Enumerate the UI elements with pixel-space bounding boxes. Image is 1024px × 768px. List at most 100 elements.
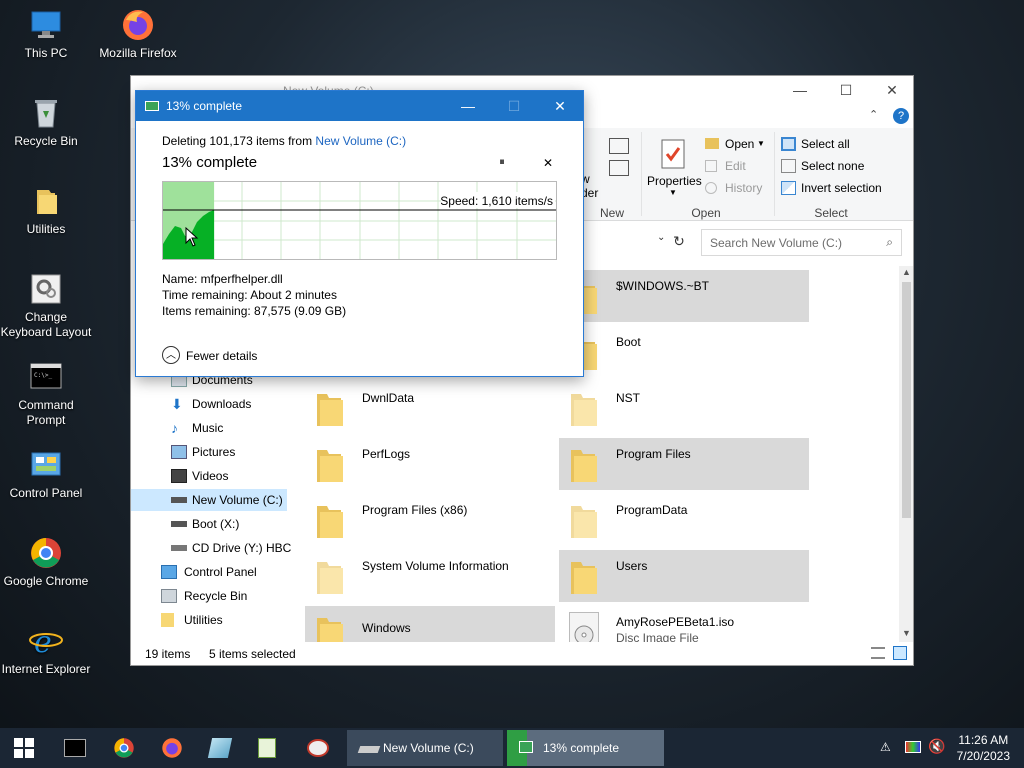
nav-item-boot[interactable]: Boot (X:)	[171, 513, 291, 535]
scrollbar-thumb[interactable]	[902, 282, 911, 518]
copy-path-icon[interactable]	[609, 138, 629, 154]
nav-item-new-volume[interactable]: New Volume (C:)	[131, 489, 287, 511]
taskbar-app-3[interactable]	[296, 728, 340, 768]
open-icon	[705, 138, 719, 149]
vertical-scrollbar[interactable]: ▲ ▼	[899, 266, 913, 642]
file-name: $WINDOWS.~BT	[616, 279, 710, 293]
file-item[interactable]: AmyRosePEBeta1.iso Disc Image File	[559, 606, 809, 642]
file-item[interactable]: Boot	[559, 326, 809, 378]
cancel-button[interactable]: ✕	[539, 156, 557, 174]
desktop-icon-utilities[interactable]: Utilities	[0, 184, 92, 237]
start-button[interactable]	[0, 728, 48, 768]
desktop-icon-google-chrome[interactable]: Google Chrome	[0, 536, 92, 589]
large-icons-view-icon[interactable]	[893, 646, 907, 660]
deleting-target-link[interactable]: New Volume (C:)	[315, 134, 406, 148]
taskbar: New Volume (C:) 13% complete ⚠ 🔇 11:26 A…	[0, 728, 1024, 768]
display-icon[interactable]	[905, 741, 921, 753]
file-item[interactable]: Windows	[305, 606, 555, 642]
nav-item-pictures[interactable]: Pictures	[171, 441, 291, 463]
folder-icon	[161, 613, 174, 627]
nav-item-utilities[interactable]: Utilities	[161, 609, 291, 631]
folder-icon	[315, 614, 345, 642]
file-item[interactable]: Program Files	[559, 438, 809, 490]
dialog-minimize-button[interactable]: —	[445, 91, 491, 121]
taskbar-firefox[interactable]	[150, 728, 194, 768]
drive-icon	[357, 746, 381, 753]
videos-icon	[171, 469, 187, 483]
svg-text:e: e	[34, 625, 52, 658]
pause-button[interactable]: ⏸	[493, 156, 511, 174]
select-none-button[interactable]: Select none	[781, 158, 891, 176]
dialog-titlebar: 13% complete — ☐ ✕	[136, 91, 583, 121]
properties-label: Properties	[647, 174, 702, 188]
close-button[interactable]: ✕	[869, 76, 915, 106]
file-name: ProgramData	[616, 503, 688, 517]
search-input[interactable]: Search New Volume (C:) ⌕	[701, 229, 902, 256]
taskbar-task-progress[interactable]: 13% complete	[507, 730, 664, 766]
help-icon[interactable]: ?	[893, 108, 909, 124]
desktop-icon-label: This PC	[24, 46, 68, 60]
scroll-down-icon[interactable]: ▼	[902, 628, 911, 638]
select-all-button[interactable]: Select all	[781, 136, 891, 154]
current-file-name: Name: mfperfhelper.dll	[162, 272, 283, 286]
taskbar-chrome[interactable]	[102, 728, 146, 768]
scroll-up-icon[interactable]: ▲	[902, 267, 911, 277]
properties-icon	[661, 139, 685, 169]
status-item-count: 19 items	[145, 647, 191, 661]
refresh-icon[interactable]: ↻	[667, 228, 691, 254]
desktop-icon-recycle-bin[interactable]: Recycle Bin	[0, 96, 92, 149]
desktop-icon-label: Command Prompt	[18, 398, 74, 427]
file-item[interactable]: NST	[559, 382, 809, 434]
file-item[interactable]: System Volume Information	[305, 550, 555, 602]
taskbar-task-explorer[interactable]: New Volume (C:)	[347, 730, 503, 766]
paste-shortcut-icon[interactable]	[609, 160, 629, 176]
properties-button[interactable]: Properties ▼	[647, 136, 702, 202]
nav-label: Videos	[192, 469, 229, 483]
folder-icon	[569, 446, 599, 484]
file-item[interactable]: ProgramData	[559, 494, 809, 546]
desktop-icon-firefox[interactable]: Mozilla Firefox	[92, 8, 184, 61]
firefox-icon	[121, 8, 155, 42]
nav-item-videos[interactable]: Videos	[171, 465, 291, 487]
dialog-maximize-button[interactable]: ☐	[491, 91, 537, 121]
folder-icon	[315, 502, 345, 540]
ribbon-edit-button[interactable]: Edit	[705, 158, 767, 176]
nav-item-downloads[interactable]: ⬇ Downloads	[171, 393, 291, 415]
nav-label: Music	[192, 421, 224, 435]
nav-label: New Volume (C:)	[192, 493, 283, 507]
delete-progress-dialog: 13% complete — ☐ ✕ Deleting 101,173 item…	[135, 90, 584, 377]
taskbar-command-prompt[interactable]	[52, 728, 96, 768]
nav-item-recycle-bin[interactable]: Recycle Bin	[161, 585, 291, 607]
ribbon-history-button[interactable]: History	[705, 180, 767, 198]
nav-item-music[interactable]: ♪ Music	[171, 417, 291, 439]
desktop-icon-internet-explorer[interactable]: e Internet Explorer	[0, 624, 92, 677]
desktop-icon-command-prompt[interactable]: C:\>_ Command Prompt	[0, 360, 92, 428]
file-item[interactable]: DwnlData	[305, 382, 555, 434]
taskbar-app-2[interactable]	[246, 728, 290, 768]
desktop-icon-this-pc[interactable]: This PC	[0, 8, 92, 61]
desktop-icon-change-keyboard-layout[interactable]: Change Keyboard Layout	[0, 272, 92, 340]
nav-item-cd-drive[interactable]: CD Drive (Y:) HBC	[171, 537, 291, 559]
file-item[interactable]: PerfLogs	[305, 438, 555, 490]
file-item[interactable]: Program Files (x86)	[305, 494, 555, 546]
address-dropdown-icon[interactable]: ⌄	[657, 232, 665, 243]
invert-selection-button[interactable]: Invert selection	[781, 180, 891, 198]
desktop-icon-label: Google Chrome	[3, 574, 89, 588]
system-clock[interactable]: 11:26 AM 7/20/2023	[957, 732, 1010, 764]
details-view-icon[interactable]	[871, 647, 885, 659]
taskbar-app-1[interactable]	[198, 728, 242, 768]
volume-muted-icon[interactable]: 🔇	[928, 738, 945, 755]
ribbon-open-button[interactable]: Open ▼	[705, 136, 767, 154]
maximize-button[interactable]: ☐	[823, 76, 869, 106]
network-icon[interactable]: ⚠	[880, 740, 896, 754]
nav-item-control-panel[interactable]: Control Panel	[161, 561, 291, 583]
search-placeholder: Search New Volume (C:)	[710, 236, 843, 250]
file-item[interactable]: $WINDOWS.~BT	[559, 270, 809, 322]
file-item[interactable]: Users	[559, 550, 809, 602]
desktop-icon-control-panel[interactable]: Control Panel	[0, 448, 92, 501]
dialog-app-icon	[145, 101, 159, 111]
ribbon-collapse-icon[interactable]: ⌃	[869, 108, 878, 121]
minimize-button[interactable]: —	[777, 76, 823, 106]
dialog-close-button[interactable]: ✕	[537, 91, 583, 121]
ribbon-group-select: Select	[814, 206, 848, 220]
